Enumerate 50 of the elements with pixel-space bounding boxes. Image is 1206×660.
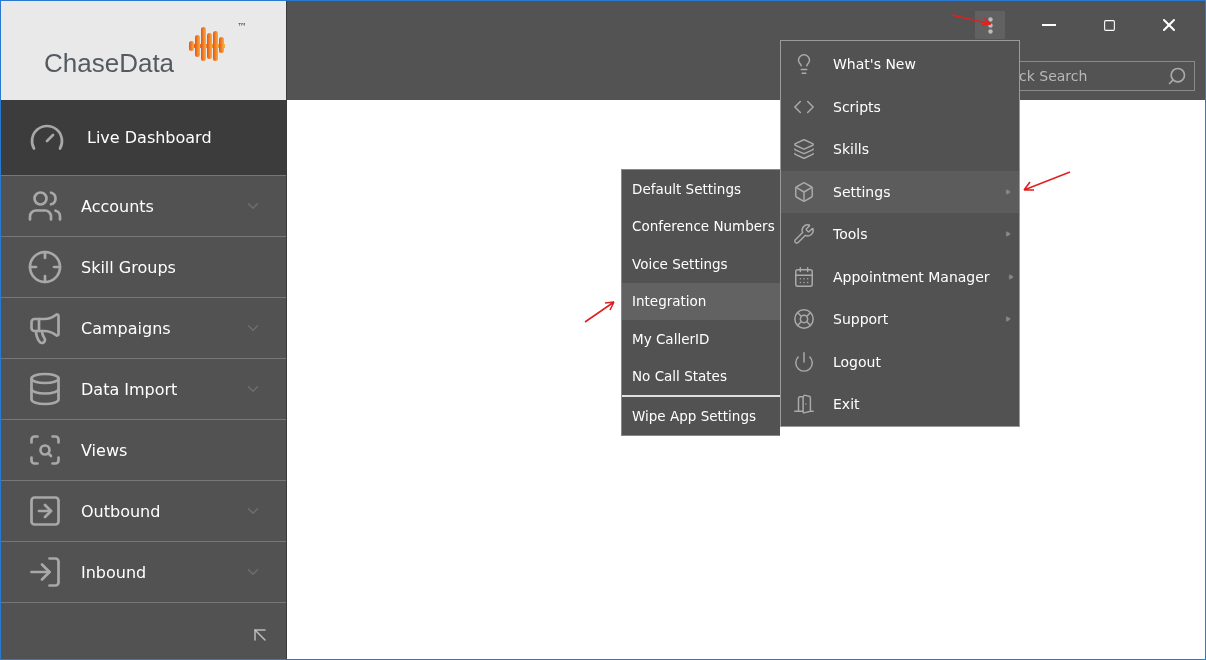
annotation-arrow (1022, 171, 1072, 193)
menu-item[interactable]: Settings (781, 170, 1019, 213)
sidebar-label: Campaigns (81, 318, 172, 338)
menu-label: Tools (833, 226, 869, 243)
stack-icon (793, 138, 815, 161)
vertical-dots-icon (987, 16, 993, 34)
search-icon (1167, 66, 1187, 86)
maximize-icon (1102, 18, 1116, 32)
menu-label: Settings (833, 183, 892, 200)
sidebar-label: Inbound (81, 562, 148, 582)
annotation-arrow (584, 300, 616, 324)
annotation-arrow (951, 13, 993, 27)
sidebar-label: Live Dashboard (87, 128, 213, 147)
menu-item[interactable]: Scripts (781, 85, 1019, 128)
logo-text: ChaseData (44, 48, 175, 79)
submenu-item[interactable]: Integration (622, 282, 780, 320)
menu-item[interactable]: Support (781, 298, 1019, 341)
menu-label: Logout (833, 353, 882, 370)
menu-label: Support (833, 311, 890, 328)
menu-item[interactable]: Tools (781, 213, 1019, 256)
more-options-button[interactable] (975, 11, 1005, 39)
sidebar-label: Skill Groups (81, 257, 177, 277)
calendar-icon (793, 265, 815, 288)
menu-label: Exit (833, 396, 861, 413)
menu-label: What's New (833, 56, 917, 73)
trademark-sign: ™ (237, 21, 247, 32)
lifebuoy-icon (793, 308, 815, 331)
door-icon (793, 393, 815, 416)
sidebar-item[interactable]: Live Dashboard (1, 100, 286, 176)
menu-label: Appointment Manager (833, 268, 990, 285)
sidebar-label: Outbound (81, 501, 162, 521)
menu-item[interactable]: Logout (781, 340, 1019, 383)
menu-label: Scripts (833, 98, 882, 115)
sidebar-label: Accounts (81, 196, 155, 216)
menu-item[interactable]: Exit (781, 383, 1019, 426)
menu-item[interactable]: Skills (781, 128, 1019, 171)
menu-item[interactable]: Appointment Manager (781, 255, 1019, 298)
sidebar-label: Data Import (81, 379, 179, 399)
megaphone-icon (27, 310, 63, 346)
database-icon (27, 371, 63, 407)
crosshair-icon (27, 249, 63, 285)
tools-icon (793, 223, 815, 246)
people-icon (27, 188, 63, 224)
brick-icon (793, 180, 815, 203)
minimize-icon (1042, 24, 1056, 26)
power-icon (793, 350, 815, 373)
sidebar-label: Views (81, 440, 129, 460)
menu-label: Skills (833, 141, 870, 158)
menu-item[interactable]: What's New (781, 43, 1019, 86)
search-field[interactable]: ck Search (1019, 61, 1195, 91)
